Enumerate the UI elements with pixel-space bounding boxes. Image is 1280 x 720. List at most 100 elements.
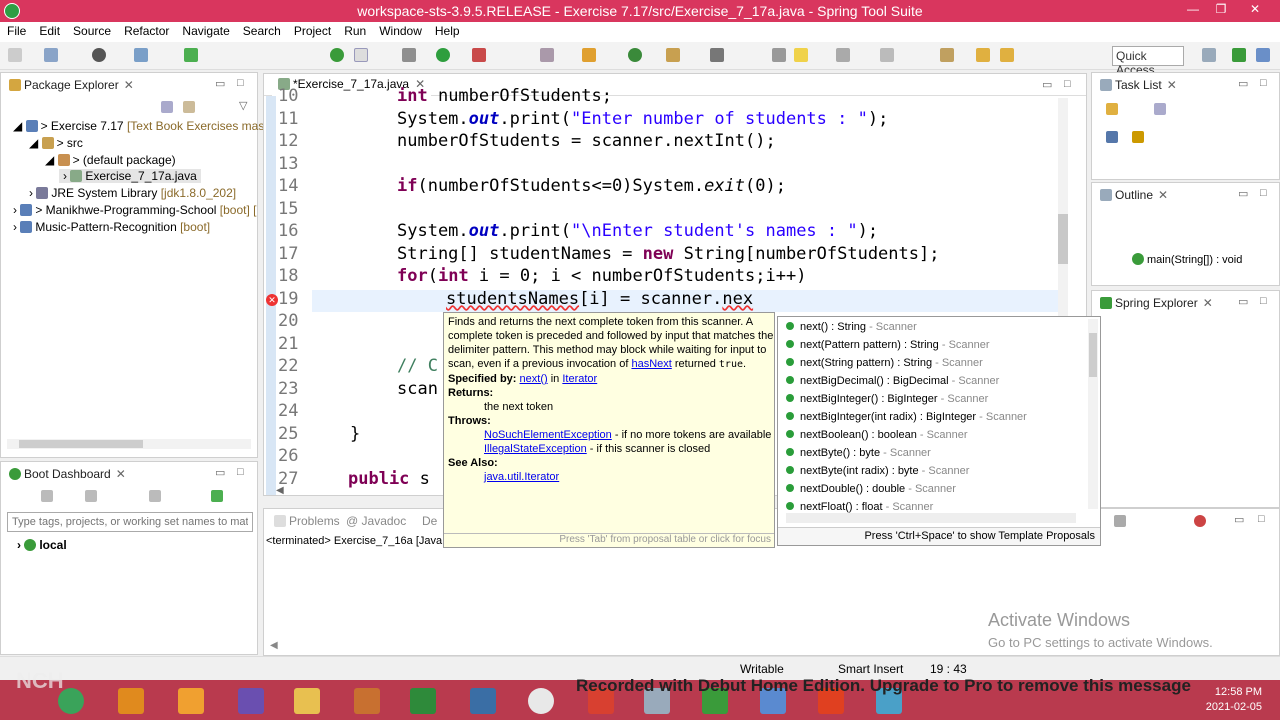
add-icon[interactable] bbox=[211, 490, 223, 502]
scrollbar-thumb[interactable] bbox=[1058, 214, 1068, 264]
forward-icon[interactable] bbox=[1000, 48, 1014, 62]
content-assist-popup[interactable]: next() : String - Scanner next(Pattern p… bbox=[777, 316, 1101, 546]
illegalstate-link[interactable]: IllegalStateException bbox=[484, 443, 587, 455]
close-icon[interactable]: ✕ bbox=[116, 467, 126, 481]
new-task-icon[interactable] bbox=[1106, 103, 1118, 115]
next-method-link[interactable]: next() bbox=[520, 373, 548, 385]
back-icon[interactable] bbox=[976, 48, 990, 62]
tree-item-default-package[interactable]: ◢ > (default package) bbox=[45, 153, 176, 167]
menu-refactor[interactable]: Refactor bbox=[117, 22, 175, 38]
tree-item-exercise-7-17a-java[interactable]: › Exercise_7_17a.java bbox=[59, 169, 201, 183]
tree-item-music-pattern[interactable]: › Music-Pattern-Recognition [boot] bbox=[13, 220, 210, 234]
show-whitespace-icon[interactable] bbox=[880, 48, 894, 62]
javadoc-popup[interactable]: Finds and returns the next complete toke… bbox=[443, 312, 775, 548]
maximize-icon[interactable]: □ bbox=[1260, 77, 1267, 89]
coverage-icon[interactable] bbox=[472, 48, 486, 62]
edit-icon[interactable] bbox=[149, 490, 161, 502]
open-perspective-icon[interactable] bbox=[1202, 48, 1216, 62]
collapse-all-icon[interactable] bbox=[161, 101, 173, 113]
tree-item-src[interactable]: ◢ > src bbox=[29, 136, 83, 150]
tree-item-exercise-7-17[interactable]: ◢ > Exercise 7.17 [Text Book Exercises m… bbox=[13, 119, 282, 133]
nosuchelement-link[interactable]: NoSuchElementException bbox=[484, 429, 612, 441]
proposal-item[interactable]: nextBigDecimal() : BigDecimal - Scanner bbox=[786, 375, 999, 387]
menu-project[interactable]: Project bbox=[287, 22, 337, 38]
minimize-icon[interactable]: ▭ bbox=[1238, 187, 1248, 200]
restore-button[interactable]: ❐ bbox=[1209, 2, 1233, 20]
spring-perspective-icon[interactable] bbox=[1232, 48, 1246, 62]
debug-icon[interactable] bbox=[402, 48, 416, 62]
tree-item-jre-system-library[interactable]: › JRE System Library [jdk1.8.0_202] bbox=[29, 186, 236, 200]
quick-access-field[interactable]: Quick Access bbox=[1112, 46, 1184, 77]
media-player-taskbar-icon[interactable] bbox=[118, 688, 144, 714]
java-perspective-icon[interactable] bbox=[1256, 48, 1270, 62]
tab-problems[interactable]: Problems bbox=[268, 509, 346, 533]
search-icon[interactable] bbox=[710, 48, 724, 62]
proposal-item[interactable]: nextBoolean() : boolean - Scanner bbox=[786, 429, 968, 441]
tab-boot-dashboard[interactable]: Boot Dashboard ✕ bbox=[3, 462, 132, 486]
maximize-icon[interactable]: □ bbox=[1260, 295, 1267, 307]
iterator-link[interactable]: Iterator bbox=[562, 373, 597, 385]
minimize-icon[interactable]: ▭ bbox=[1238, 77, 1248, 90]
git-taskbar-icon[interactable] bbox=[354, 688, 380, 714]
proposal-item[interactable]: nextByte(int radix) : byte - Scanner bbox=[786, 465, 969, 477]
minimize-icon[interactable]: ▭ bbox=[215, 466, 225, 479]
minimize-icon[interactable]: ▭ bbox=[1238, 295, 1248, 308]
close-button[interactable]: ✕ bbox=[1243, 2, 1267, 20]
close-icon[interactable]: ✕ bbox=[1158, 188, 1168, 202]
run-icon[interactable] bbox=[436, 48, 450, 62]
mysql-taskbar-icon[interactable] bbox=[470, 688, 496, 714]
minimize-icon[interactable]: ▭ bbox=[1234, 513, 1244, 526]
start-icon[interactable] bbox=[41, 490, 53, 502]
proposal-horizontal-scrollbar[interactable] bbox=[786, 513, 1076, 523]
menu-run[interactable]: Run bbox=[337, 22, 372, 38]
stop-icon[interactable] bbox=[85, 490, 97, 502]
open-type-icon[interactable] bbox=[666, 48, 680, 62]
menu-window[interactable]: Window bbox=[372, 22, 428, 38]
tab-outline[interactable]: Outline ✕ bbox=[1094, 183, 1174, 207]
scroll-left-icon[interactable]: ◀ bbox=[270, 640, 278, 651]
proposal-item[interactable]: nextBigInteger(int radix) : BigInteger -… bbox=[786, 411, 1027, 423]
terminate-icon[interactable] bbox=[1194, 515, 1206, 527]
file-explorer-taskbar-icon[interactable] bbox=[294, 688, 320, 714]
link-with-editor-icon[interactable] bbox=[183, 101, 195, 113]
proposal-item[interactable]: nextFloat() : float - Scanner bbox=[786, 501, 933, 513]
menu-navigate[interactable]: Navigate bbox=[175, 22, 235, 38]
next-annotation-icon[interactable] bbox=[940, 48, 954, 62]
menu-edit[interactable]: Edit bbox=[32, 22, 66, 38]
proposal-scrollbar[interactable] bbox=[1088, 319, 1098, 509]
terminal-icon[interactable] bbox=[134, 48, 148, 62]
close-icon[interactable]: ✕ bbox=[124, 78, 134, 92]
horizontal-scrollbar[interactable] bbox=[7, 439, 251, 449]
vlc-taskbar-icon[interactable] bbox=[178, 688, 204, 714]
scroll-left-icon[interactable]: ◀ bbox=[276, 485, 456, 495]
system-clock[interactable]: 12:58 PM 2021-02-05 bbox=[1206, 685, 1262, 715]
hasnext-link[interactable]: hasNext bbox=[631, 358, 671, 370]
categorized-icon[interactable] bbox=[1154, 103, 1166, 115]
maximize-icon[interactable]: □ bbox=[237, 77, 244, 89]
menu-search[interactable]: Search bbox=[236, 22, 287, 38]
new-java-project-icon[interactable] bbox=[582, 48, 596, 62]
annotation-icon[interactable] bbox=[772, 48, 786, 62]
close-icon[interactable]: ✕ bbox=[1167, 78, 1177, 92]
filter-icon[interactable] bbox=[1106, 131, 1118, 143]
save-icon[interactable] bbox=[44, 48, 58, 62]
outline-item-main[interactable]: main(String[]) : void bbox=[1132, 253, 1242, 266]
proposal-item[interactable]: next(Pattern pattern) : String - Scanner bbox=[786, 339, 990, 351]
maximize-icon[interactable]: □ bbox=[1064, 78, 1071, 90]
notepad-plus-taskbar-icon[interactable] bbox=[410, 688, 436, 714]
highlight-icon[interactable] bbox=[794, 48, 808, 62]
menu-file[interactable]: File bbox=[0, 22, 32, 38]
proposal-item[interactable]: nextBigInteger() : BigInteger - Scanner bbox=[786, 393, 988, 405]
focus-icon[interactable] bbox=[1132, 131, 1144, 143]
visual-studio-taskbar-icon[interactable] bbox=[238, 688, 264, 714]
minimize-icon[interactable]: ▭ bbox=[215, 77, 225, 90]
boot-icon[interactable] bbox=[184, 48, 198, 62]
tab-task-list[interactable]: Task List ✕ bbox=[1094, 73, 1183, 97]
maximize-icon[interactable]: □ bbox=[1260, 187, 1267, 199]
menu-source[interactable]: Source bbox=[66, 22, 117, 38]
maximize-icon[interactable]: □ bbox=[237, 466, 244, 478]
error-icon[interactable]: ✕ bbox=[266, 294, 278, 306]
proposal-item[interactable]: next() : String - Scanner bbox=[786, 321, 917, 333]
menu-help[interactable]: Help bbox=[428, 22, 466, 38]
new-class-icon[interactable] bbox=[628, 48, 642, 62]
